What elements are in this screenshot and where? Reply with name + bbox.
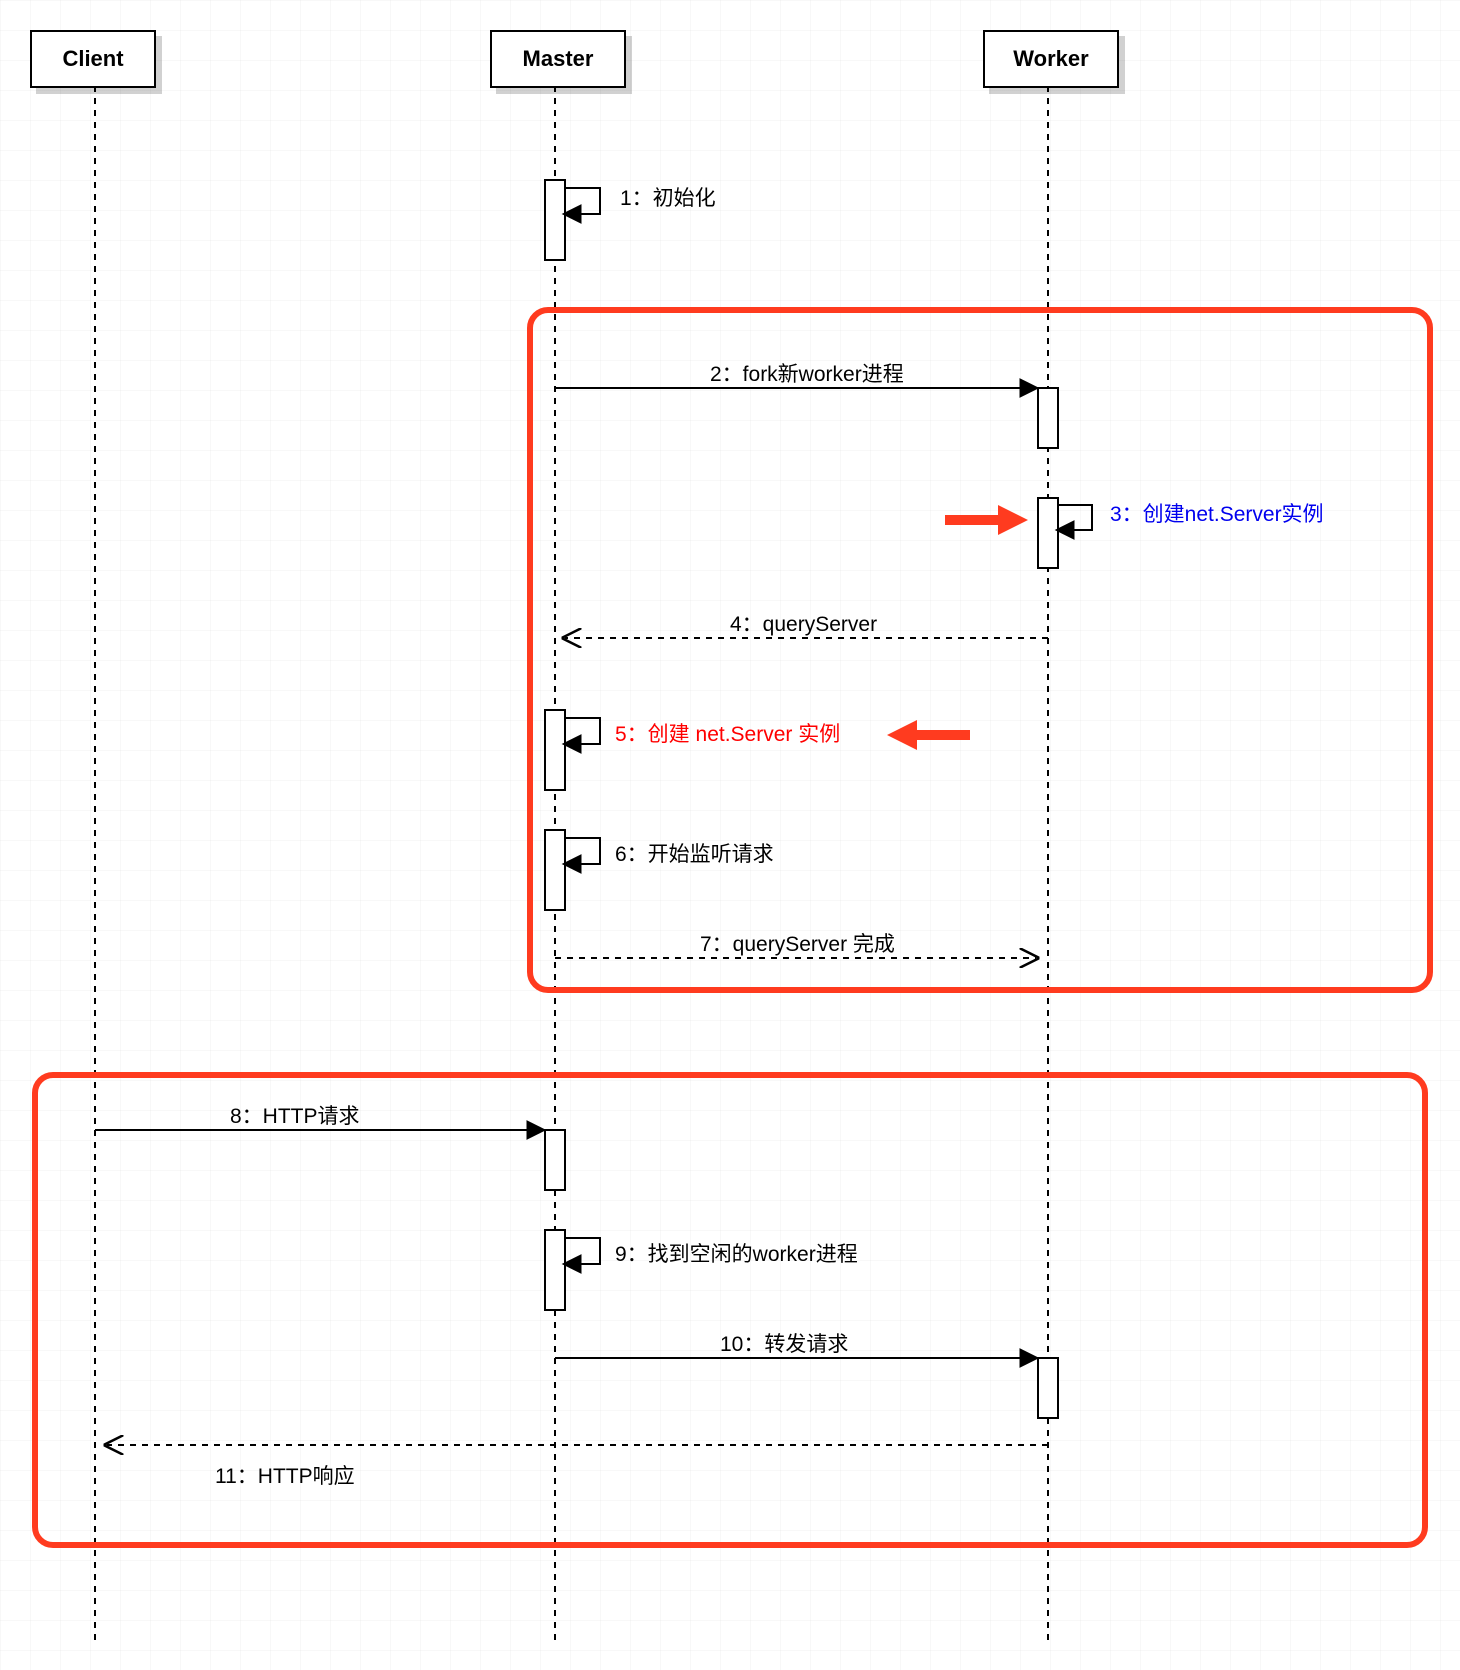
- activation-worker-2: [1038, 388, 1058, 448]
- activation-master-9: [545, 1230, 565, 1310]
- msg-label-11: 11：HTTP响应: [215, 1460, 355, 1490]
- msg-arrow-1: [565, 188, 600, 214]
- activation-master-5: [545, 710, 565, 790]
- activation-master-6: [545, 830, 565, 910]
- msg-arrow-5: [565, 718, 600, 744]
- msg-label-2: 2：fork新worker进程: [710, 358, 904, 388]
- msg-label-10: 10：转发请求: [720, 1328, 848, 1358]
- activation-worker-3: [1038, 498, 1058, 568]
- pointer-arrow-3: [945, 505, 1028, 535]
- pointer-arrow-5: [887, 720, 970, 750]
- activation-worker-10: [1038, 1358, 1058, 1418]
- msg-label-6: 6：开始监听请求: [615, 838, 774, 868]
- msg-label-9: 9：找到空闲的worker进程: [615, 1238, 858, 1268]
- msg-arrow-9: [565, 1238, 600, 1264]
- msg-label-4: 4：queryServer: [730, 608, 877, 638]
- msg-arrow-6: [565, 838, 600, 864]
- highlight-frame-1: [530, 310, 1430, 990]
- msg-arrow-3: [1058, 505, 1092, 530]
- msg-label-8: 8：HTTP请求: [230, 1100, 360, 1130]
- activation-master-1: [545, 180, 565, 260]
- diagram-svg: [0, 0, 1460, 1670]
- sequence-diagram: Client Master Worker: [0, 0, 1460, 1670]
- msg-label-1: 1：初始化: [620, 182, 716, 212]
- msg-label-5: 5：创建 net.Server 实例: [615, 718, 840, 748]
- msg-label-3: 3：创建net.Server实例: [1110, 498, 1324, 528]
- activation-master-8: [545, 1130, 565, 1190]
- msg-label-7: 7：queryServer 完成: [700, 928, 895, 958]
